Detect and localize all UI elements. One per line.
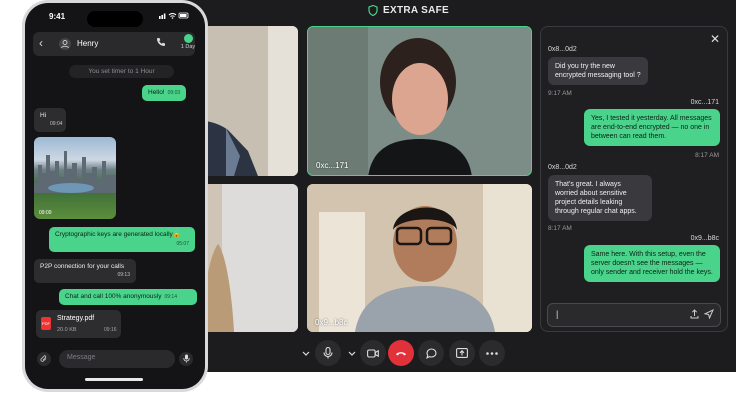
dynamic-island xyxy=(87,11,143,27)
upload-icon[interactable] xyxy=(690,309,699,319)
file-name: Strategy.pdf xyxy=(57,315,95,322)
message-text: Chat and call 100% anonymously xyxy=(65,293,162,300)
chat-composer[interactable]: | xyxy=(547,303,721,327)
more-button[interactable] xyxy=(479,340,505,366)
more-icon xyxy=(486,351,498,355)
chat-panel: ✕ 0x8...0d2 Did you try the new encrypte… xyxy=(540,26,728,332)
participant-label: 0xc...171 xyxy=(316,161,349,170)
share-screen-button[interactable] xyxy=(449,340,475,366)
attach-button[interactable] xyxy=(37,352,51,366)
message-bubble: That's great. I always worried about sen… xyxy=(548,175,652,221)
user-icon xyxy=(61,40,69,49)
app-name: EXTRA SAFE xyxy=(383,5,449,16)
message-text: Cryptographic keys are generated locally… xyxy=(55,231,181,238)
pdf-icon: PDF xyxy=(41,317,51,330)
message-bubble: Hi 09:04 xyxy=(34,108,66,132)
message-sender: 0x8...0d2 xyxy=(548,46,577,53)
message-bubble: Cryptographic keys are generated locally… xyxy=(49,227,195,252)
message-bubble: Did you try the new encrypted messaging … xyxy=(548,57,648,85)
phone-composer: Message xyxy=(33,348,197,370)
end-call-icon xyxy=(396,352,406,356)
image-time: 09:09 xyxy=(39,210,52,216)
mic-options-button[interactable] xyxy=(298,340,314,366)
voice-button[interactable] xyxy=(179,352,193,366)
chat-button[interactable] xyxy=(418,340,444,366)
end-call-button[interactable] xyxy=(388,340,414,366)
message-text: P2P connection for your calls xyxy=(40,263,125,270)
phone-icon xyxy=(157,38,165,46)
camera-icon xyxy=(367,348,379,358)
message-text: Hi xyxy=(40,112,47,119)
video-tile-2[interactable]: 0xc...171 xyxy=(307,26,532,176)
image-message[interactable]: 09:09 xyxy=(34,137,116,219)
chevron-down-icon xyxy=(302,351,310,356)
message-bubble: Hello! 09:03 xyxy=(142,85,187,101)
participant-woman xyxy=(308,27,531,175)
camera-button[interactable] xyxy=(360,340,386,366)
mic-icon xyxy=(323,347,333,359)
timer-label: 1 Day xyxy=(180,44,196,50)
message-sender: 0x8...0d2 xyxy=(548,164,577,171)
message-time: 05:07 xyxy=(176,241,189,247)
message-time: 09:03 xyxy=(167,90,181,96)
avatar[interactable] xyxy=(59,38,71,50)
file-size: 20.0 KB xyxy=(57,327,77,333)
send-icon[interactable] xyxy=(704,309,714,319)
phone-frame: 9:41 ‹ Henry 1 Day You set timer to 1 Ho… xyxy=(22,0,208,392)
contact-name: Henry xyxy=(77,39,99,48)
message-input[interactable]: Message xyxy=(59,350,175,368)
signal-wifi-battery-icon xyxy=(159,12,189,19)
home-indicator xyxy=(85,378,143,381)
message-time: 09:04 xyxy=(50,121,63,127)
participant-man xyxy=(307,184,532,332)
message-time: 09:14 xyxy=(164,294,177,300)
message-time: 09:13 xyxy=(117,272,130,278)
composer-text: | xyxy=(556,309,559,319)
stage: EXTRA SAFE 0xc...171 0x9...b8c ✕ 0x8...0… xyxy=(0,0,736,409)
status-icons xyxy=(159,12,189,19)
message-text: Hello! xyxy=(148,89,165,96)
chevron-down-icon xyxy=(348,351,356,356)
mic-icon xyxy=(182,354,190,363)
phone-screen: 9:41 ‹ Henry 1 Day You set timer to 1 Ho… xyxy=(25,3,205,389)
message-bubble: Yes, I tested it yesterday. All messages… xyxy=(584,109,720,146)
chat-header: ‹ Henry 1 Day xyxy=(33,32,195,56)
timer-badge[interactable]: 1 Day xyxy=(178,34,198,50)
phone-call-button[interactable] xyxy=(156,37,166,47)
message-bubble: P2P connection for your calls 09:13 xyxy=(34,259,136,283)
app-brand: EXTRA SAFE xyxy=(368,5,449,16)
share-screen-icon xyxy=(456,348,468,358)
message-time: 8:17 AM xyxy=(548,225,572,232)
chat-icon xyxy=(425,347,437,359)
message-time: 9:17 AM xyxy=(548,90,572,97)
system-note: You set timer to 1 Hour xyxy=(69,65,174,78)
file-attachment[interactable]: PDF Strategy.pdf 20.0 KB 09:16 xyxy=(36,310,121,338)
file-time: 09:16 xyxy=(104,327,117,333)
back-chevron-icon[interactable]: ‹ xyxy=(39,36,43,50)
close-icon[interactable]: ✕ xyxy=(710,32,720,46)
status-time: 9:41 xyxy=(49,12,66,21)
message-sender: 0x9...b8c xyxy=(690,235,719,242)
paperclip-icon xyxy=(40,355,47,362)
message-bubble: Same here. With this setup, even the ser… xyxy=(584,245,720,282)
timer-check-icon xyxy=(183,34,193,43)
shield-icon xyxy=(368,5,378,16)
lake-shape xyxy=(48,183,94,193)
message-sender: 0xc...171 xyxy=(690,99,719,106)
message-time: 8:17 AM xyxy=(695,152,719,159)
input-placeholder: Message xyxy=(67,354,96,361)
camera-options-button[interactable] xyxy=(344,340,360,366)
participant-label: 0x9...b8c xyxy=(315,318,348,327)
mic-button[interactable] xyxy=(315,340,341,366)
message-bubble: Chat and call 100% anonymously 09:14 xyxy=(59,289,197,305)
video-tile-4[interactable]: 0x9...b8c xyxy=(307,184,532,332)
